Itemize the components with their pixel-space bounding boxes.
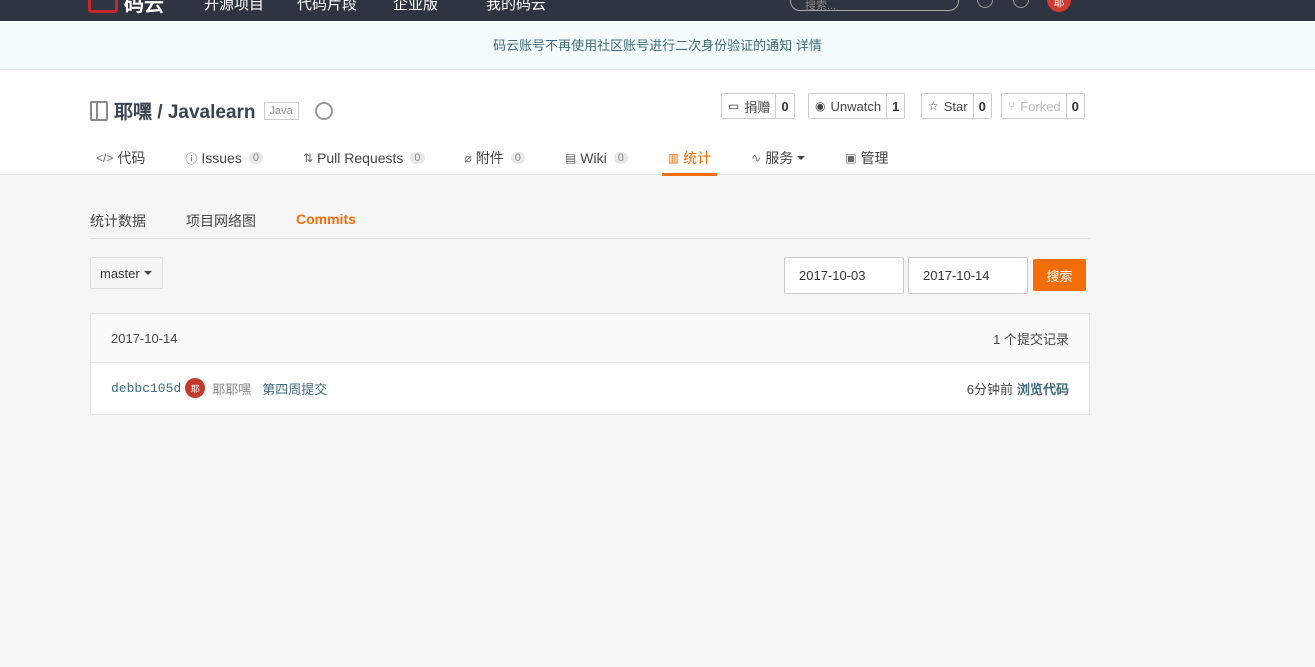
commit-sha-link[interactable]: debbc105d: [111, 381, 181, 396]
tab-code[interactable]: </> 代码: [90, 141, 151, 175]
commit-group-header: 2017-10-14 1 个提交记录: [91, 314, 1089, 363]
tab-wiki-count: 0: [613, 152, 628, 164]
branch-selector[interactable]: master: [90, 257, 163, 289]
tab-issues-count: 0: [248, 152, 263, 164]
bell-icon[interactable]: [977, 0, 993, 8]
commit-list: 2017-10-14 1 个提交记录 debbc105d 耶 耶耶嘿 第四周提交…: [90, 313, 1090, 415]
tab-manage-label: 管理: [860, 150, 889, 166]
eye-icon: ◉: [815, 99, 826, 113]
donate-icon: ▭: [728, 99, 740, 113]
global-search-input[interactable]: 搜索...: [790, 0, 959, 12]
code-icon: </>: [96, 151, 114, 165]
notice-text: 码云账号不再使用社区账号进行二次身份验证的通知: [493, 38, 793, 53]
subtab-statistics-data[interactable]: 统计数据: [90, 200, 146, 238]
chart-icon: ▥: [667, 151, 680, 165]
subtab-network-graph[interactable]: 项目网络图: [186, 200, 256, 238]
star-icon: ☆: [928, 99, 939, 113]
language-badge[interactable]: Java: [263, 101, 299, 120]
tab-wiki-label: Wiki: [580, 150, 607, 166]
forked-label: Forked: [1020, 98, 1061, 114]
commit-author[interactable]: 耶耶嘿: [212, 379, 251, 398]
project-name[interactable]: 耶嘿 / Javalearn: [114, 97, 256, 124]
pulse-icon: ∿: [751, 151, 762, 165]
commit-row: debbc105d 耶 耶耶嘿 第四周提交 6分钟前 浏览代码: [91, 363, 1089, 413]
branch-label: master: [100, 265, 140, 281]
unwatch-button[interactable]: ◉ Unwatch 1: [808, 93, 906, 119]
site-logo[interactable]: 码云: [88, 0, 164, 16]
subtab-commits[interactable]: Commits: [296, 200, 356, 238]
start-date-input[interactable]: [784, 257, 904, 294]
tab-attachments-label: 附件: [475, 150, 504, 166]
watch-count: 1: [886, 94, 904, 118]
project-header: 耶嘿 / Javalearn Java ▭ 捐赠 0 ◉ Unwatch 1 ☆ St…: [0, 70, 1315, 176]
logo-text: 码云: [124, 0, 164, 16]
fork-icon: ⑂: [1008, 99, 1016, 113]
issue-icon: ⓘ: [185, 151, 198, 166]
tab-services-label: 服务: [765, 150, 794, 166]
chevron-down-icon: [143, 271, 152, 275]
commit-time: 6分钟前: [966, 381, 1013, 397]
star-button[interactable]: ☆ Star 0: [921, 93, 992, 119]
author-avatar[interactable]: 耶: [185, 378, 206, 398]
tab-wiki[interactable]: ▤ Wiki 0: [559, 141, 634, 175]
tab-pull-requests-count: 0: [410, 152, 425, 164]
watch-action: ◉ Unwatch 1: [808, 93, 906, 119]
tab-statistics-label: 统计: [683, 150, 712, 166]
end-date-input[interactable]: [908, 257, 1028, 294]
donate-label: 捐赠: [744, 99, 771, 115]
tab-pull-requests-label: Pull Requests: [317, 150, 404, 166]
donate-button[interactable]: ▭ 捐赠 0: [721, 93, 795, 119]
chevron-down-icon: [797, 156, 806, 160]
logo-mark-icon: [88, 0, 118, 13]
pull-request-icon: ⇅: [302, 151, 314, 165]
star-action: ☆ Star 0: [921, 93, 992, 119]
browse-code-link[interactable]: 浏览代码: [1017, 379, 1069, 398]
star-label: Star: [943, 98, 968, 114]
unwatch-label: Unwatch: [830, 98, 882, 114]
tab-attachments-count: 0: [510, 152, 525, 164]
fork-count: 0: [1065, 94, 1084, 118]
tab-services[interactable]: ∿ 服务: [745, 141, 811, 175]
attachment-icon: ⌀: [464, 151, 472, 165]
project-tabs: </> 代码 ⓘ Issues 0 ⇅ Pull Requests 0 ⌀ 附件…: [90, 141, 923, 176]
commit-group-date: 2017-10-14: [111, 330, 178, 346]
nav-link-my-gitee[interactable]: 我的码云: [486, 0, 546, 14]
tab-pull-requests[interactable]: ⇅ Pull Requests 0: [297, 141, 431, 175]
commit-message[interactable]: 第四周提交: [262, 379, 327, 398]
donate-action: ▭ 捐赠 0: [721, 93, 795, 119]
top-navbar: 码云 开源项目 代码片段 企业版 我的码云 搜索... 耶: [0, 0, 1315, 21]
nav-link-enterprise[interactable]: 企业版: [393, 0, 438, 14]
info-icon[interactable]: [1013, 0, 1029, 8]
star-count: 0: [972, 94, 991, 118]
tab-issues-label: Issues: [201, 150, 242, 166]
forked-button[interactable]: ⑂ Forked 0: [1001, 93, 1085, 119]
commit-group-count: 1 个提交记录: [993, 331, 1069, 347]
search-button[interactable]: 搜索: [1033, 259, 1086, 291]
donate-count: 0: [775, 94, 793, 118]
tab-attachments[interactable]: ⌀ 附件 0: [459, 141, 531, 175]
fork-action: ⑂ Forked 0: [1001, 93, 1085, 119]
nav-link-snippets[interactable]: 代码片段: [297, 0, 357, 14]
tab-statistics[interactable]: ▥ 统计: [661, 141, 718, 176]
project-title: 耶嘿 / Javalearn Java: [90, 97, 333, 124]
tab-code-label: 代码: [117, 150, 146, 166]
notice-banner: 码云账号不再使用社区账号进行二次身份验证的通知 详情: [0, 21, 1315, 70]
settings-doc-icon: ▣: [845, 151, 857, 165]
statistics-subtabs: 统计数据 项目网络图 Commits: [90, 200, 1090, 239]
wiki-icon: ▤: [564, 151, 577, 165]
nav-link-open-source[interactable]: 开源项目: [204, 0, 264, 14]
repo-book-icon: [90, 100, 108, 121]
award-icon: [314, 101, 333, 120]
tab-issues[interactable]: ⓘ Issues 0: [179, 141, 269, 175]
tab-manage[interactable]: ▣ 管理: [839, 141, 894, 175]
user-avatar[interactable]: 耶: [1047, 0, 1071, 12]
notice-details-link[interactable]: 详情: [796, 38, 822, 53]
